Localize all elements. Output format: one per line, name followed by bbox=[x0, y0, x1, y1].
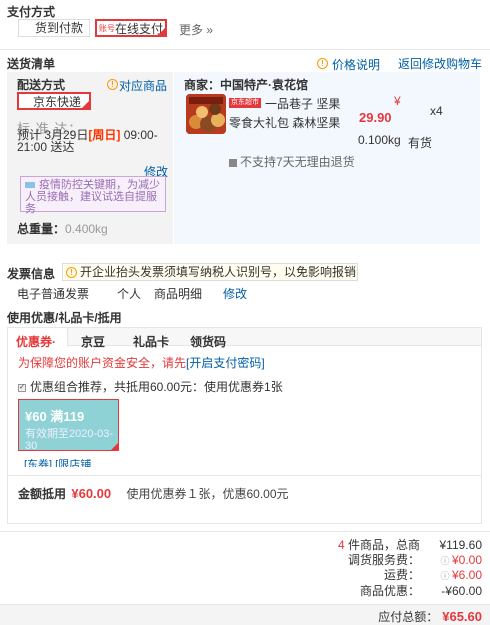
summary-detail: 使用优惠券１张，优惠60.00元 bbox=[126, 487, 289, 501]
epidemic-notice: 疫情防控关键期，为减少人员接触，建议试选自提服务 bbox=[20, 176, 166, 215]
pay-label: 应付总额： bbox=[378, 610, 439, 624]
selected-corner-icon bbox=[111, 443, 118, 450]
service-label: 调货服务费： bbox=[347, 552, 420, 567]
product-image[interactable] bbox=[186, 94, 226, 134]
discount-label: 商品优惠： bbox=[359, 583, 420, 598]
discount-tabs bbox=[8, 328, 481, 346]
match-goods-link[interactable]: 对应商品 bbox=[119, 77, 167, 94]
merchant-label: 商家： bbox=[184, 78, 221, 92]
discount-row: 商品优惠： -¥60.00 bbox=[182, 584, 482, 599]
shipping-label: 运费： bbox=[383, 568, 420, 582]
pay-value: ¥65.60 bbox=[442, 609, 482, 624]
combo-text: 优惠组合推荐，共抵用60.00元：使用优惠券1张 bbox=[30, 380, 283, 394]
combo-checkbox[interactable]: ✓ bbox=[18, 383, 26, 392]
service-fee-row: 调货服务费： ⓘ ¥0.00 bbox=[182, 553, 482, 569]
coupon-card[interactable]: ¥60 满119 有效期至2020-03-30 bbox=[18, 399, 119, 451]
product-name[interactable]: 一品巷子 坚果零食大礼包 森林坚果 bbox=[229, 95, 344, 133]
invoice-tip: ! 开企业抬头发票须填写纳税人识别号，以免影响报销 bbox=[62, 263, 358, 281]
shipping-row: 运费： ⓘ ¥6.00 bbox=[182, 568, 482, 584]
jd-express-option[interactable]: 京东快递 bbox=[17, 92, 91, 110]
price-symbol: ¥ bbox=[394, 94, 401, 108]
shipping-value: ¥6.00 bbox=[451, 568, 482, 582]
eta-text: 预计 3月29日[周日] 09:00-21:00 送达 bbox=[17, 129, 167, 153]
pay-total: 应付总额： ¥65.60 bbox=[378, 608, 482, 625]
coupon-value: ¥60 满119 bbox=[25, 409, 85, 424]
discount-summary: 金额抵用 ¥60.00 使用优惠券１张，优惠60.00元 bbox=[18, 485, 289, 502]
product-price: 29.90 bbox=[359, 110, 392, 125]
account-tag: 账号 bbox=[99, 24, 115, 33]
invoice-content: 商品明细 bbox=[154, 287, 203, 301]
totals: 4 件商品，总商 ¥119.60 调货服务费： ⓘ ¥0.00 运费： ⓘ ¥6.00… bbox=[182, 538, 482, 598]
product-weight: 0.100kg bbox=[358, 133, 401, 147]
divider bbox=[0, 49, 490, 50]
delivery-method-label: 配送方式 bbox=[17, 78, 66, 92]
summary-value: ¥60.00 bbox=[71, 486, 112, 501]
tab-jd-beans[interactable]: 京豆 bbox=[81, 333, 105, 350]
info-icon: ! bbox=[66, 267, 77, 279]
coupon-expire: 有效期至2020-03-30 bbox=[25, 428, 114, 451]
info-icon: ⓘ bbox=[440, 555, 452, 566]
payment-title: 支付方式 bbox=[7, 5, 56, 19]
selected-corner-icon bbox=[158, 28, 165, 35]
coupon-tags: [东券] [限店铺 bbox=[24, 459, 92, 467]
invoice-type: 电子普通发票 bbox=[17, 287, 90, 301]
delivery-title: 送货清单 bbox=[7, 57, 56, 71]
stock-status: 有货 bbox=[408, 136, 433, 150]
weight-label: 总重量： bbox=[17, 222, 66, 236]
enable-paypassword-link[interactable]: [开启支付密码] bbox=[186, 356, 265, 370]
info-icon: ! bbox=[317, 58, 328, 69]
product-quantity: x4 bbox=[430, 104, 443, 118]
invoice-modify-link[interactable]: 修改 bbox=[223, 285, 247, 302]
notice-text: 疫情防控关键期，为减少人员接触，建议试选自提服务 bbox=[25, 179, 160, 215]
divider bbox=[0, 531, 490, 532]
discount-value: -¥60.00 bbox=[441, 583, 482, 598]
security-notice: 为保障您的账户资金安全，请先[开启支付密码] bbox=[18, 354, 265, 371]
invoice-title: 发票信息 bbox=[7, 267, 56, 281]
goods-count: 4 bbox=[337, 538, 345, 552]
eta-day: [周日] bbox=[88, 128, 121, 142]
tab-pickup-code[interactable]: 领货码 bbox=[190, 333, 226, 350]
combo-recommend: ✓ 优惠组合推荐，共抵用60.00元：使用优惠券1张 bbox=[18, 378, 283, 395]
price-note-link[interactable]: 价格说明 bbox=[332, 56, 380, 73]
tab-coupon-label[interactable]: 优惠券· bbox=[16, 333, 56, 350]
invoice-holder: 个人 bbox=[117, 287, 142, 301]
security-text: 为保障您的账户资金安全，请先 bbox=[18, 356, 187, 370]
divider bbox=[8, 475, 481, 476]
merchant-name[interactable]: 中国特产·袁花馆 bbox=[220, 78, 308, 92]
invoice-tip-text: 开企业抬头发票须填写纳税人识别号，以免影响报销 bbox=[80, 265, 357, 279]
discount-title: 使用优惠/礼品卡/抵用 bbox=[7, 311, 122, 325]
goods-count-text: 件商品，总商 bbox=[347, 538, 420, 552]
goods-total-row: 4 件商品，总商 ¥119.60 bbox=[182, 538, 482, 553]
pay-online-option[interactable]: 账号在线支付 bbox=[95, 19, 167, 37]
goods-total: ¥119.60 bbox=[439, 538, 483, 552]
merchant-line: 商家：中国特产·袁花馆 bbox=[184, 76, 308, 93]
tab-gift-card[interactable]: 礼品卡 bbox=[133, 333, 169, 350]
service-value: ¥0.00 bbox=[451, 552, 482, 567]
notice-icon bbox=[25, 182, 35, 188]
pay-cod-option[interactable]: 货到付款 bbox=[18, 19, 90, 37]
summary-label: 金额抵用 bbox=[18, 487, 67, 501]
no-return-text: 不支持7天无理由退货 bbox=[240, 155, 355, 169]
no-return-icon bbox=[229, 158, 237, 167]
payment-more-link[interactable]: 更多 » bbox=[179, 21, 213, 38]
selected-corner-icon bbox=[82, 101, 89, 108]
info-icon: ⓘ bbox=[440, 571, 452, 581]
back-to-cart-link[interactable]: 返回修改购物车 bbox=[398, 55, 482, 72]
jd-express-label: 京东快递 bbox=[33, 95, 82, 109]
info-icon: ! bbox=[107, 79, 118, 90]
total-weight: 总重量：0.400kg bbox=[17, 220, 108, 237]
no-return-notice: 不支持7天无理由退货 bbox=[229, 153, 355, 170]
pay-online-label: 在线支付 bbox=[115, 22, 164, 36]
weight-value: 0.400kg bbox=[65, 222, 108, 236]
